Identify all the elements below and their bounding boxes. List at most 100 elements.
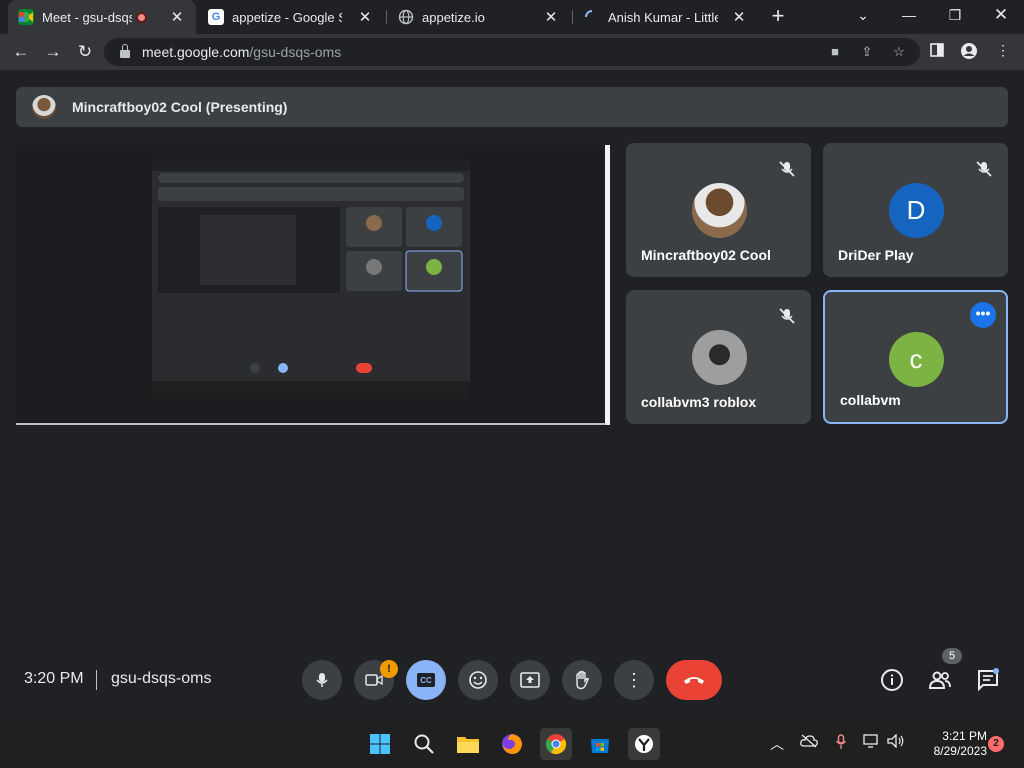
file-explorer-icon[interactable] [452, 728, 484, 760]
tab-appetize[interactable]: appetize.io ✕ [388, 0, 570, 34]
avatar [691, 183, 747, 238]
people-button[interactable] [928, 668, 952, 692]
raise-hand-button[interactable] [562, 660, 602, 700]
presenter-banner: Mincraftboy02 Cool (Presenting) [16, 87, 1008, 127]
notification-badge[interactable]: 2 [988, 736, 1004, 752]
end-call-icon [684, 677, 704, 684]
participant-tile[interactable]: D DriDer Play [823, 143, 1008, 277]
tab-search-chevron-icon[interactable]: ⌄ [840, 0, 886, 34]
tab-divider [386, 10, 387, 24]
more-options-button[interactable]: ⋮ [614, 660, 654, 700]
svg-text:CC: CC [420, 676, 432, 685]
info-icon [881, 669, 903, 691]
present-screen-icon [520, 672, 540, 688]
address-bar[interactable]: meet.google.com/gsu-dsqs-oms ■ ⇪ ☆ [104, 38, 920, 66]
microsoft-store-icon[interactable] [584, 728, 616, 760]
minimize-button[interactable]: — [886, 0, 932, 34]
emoji-icon [469, 671, 487, 689]
restore-button[interactable]: ❐ [932, 0, 978, 34]
chevron-up-icon[interactable]: ︿ [767, 734, 787, 754]
loading-icon [584, 9, 600, 25]
captions-icon: CC [417, 673, 435, 687]
participant-tile[interactable]: c ••• collabvm [823, 290, 1008, 424]
google-meet-icon [18, 9, 34, 25]
google-icon: G [208, 9, 224, 25]
people-icon [928, 671, 951, 689]
tab-meet[interactable]: Meet - gsu-dsqs-oms ✕ [8, 0, 196, 34]
system-clock[interactable]: 3:21 PM 8/29/2023 [915, 729, 987, 759]
firefox-icon[interactable] [496, 728, 528, 760]
bookmark-star-icon[interactable]: ☆ [890, 44, 908, 60]
side-panel-icon[interactable] [928, 42, 946, 62]
camera-in-use-icon[interactable]: ■ [826, 44, 844, 60]
captions-button[interactable]: CC [406, 660, 446, 700]
camera-warning-badge: ! [380, 660, 398, 678]
close-tab-icon[interactable]: ✕ [168, 8, 186, 26]
tab-title: appetize.io [422, 9, 485, 25]
tab-anish-kumar[interactable]: Anish Kumar - Little M... ✕ [574, 0, 758, 34]
avatar [32, 95, 56, 119]
mic-off-icon [976, 161, 992, 177]
participant-name: Mincraftboy02 Cool [641, 247, 771, 263]
hand-icon [576, 670, 590, 690]
present-button[interactable] [510, 660, 550, 700]
screen-share-view[interactable] [16, 145, 610, 425]
divider [96, 670, 97, 690]
participant-count-badge: 5 [942, 648, 962, 664]
avatar [691, 330, 747, 385]
avatar: c [888, 332, 944, 387]
close-tab-icon[interactable]: ✕ [730, 8, 748, 26]
meet-stage: Mincraftboy02 Cool (Presenting) Mincraft… [0, 70, 1024, 720]
reactions-button[interactable] [458, 660, 498, 700]
browser-toolbar: ← → ↻ meet.google.com/gsu-dsqs-oms ■ ⇪ ☆… [0, 34, 1024, 70]
tab-title: Meet - gsu-dsqs-oms [42, 9, 132, 25]
close-tab-icon[interactable]: ✕ [542, 8, 560, 26]
microphone-icon [316, 673, 328, 687]
search-icon[interactable] [408, 728, 440, 760]
url-text: meet.google.com/gsu-dsqs-oms [142, 44, 342, 60]
camera-icon [365, 674, 383, 686]
globe-icon [398, 9, 414, 25]
participant-name: collabvm3 roblox [641, 394, 757, 410]
share-border [16, 423, 606, 425]
chat-icon [978, 668, 999, 692]
windows-taskbar: ︿ 3:21 PM 8/29/2023 2 [0, 720, 1024, 768]
windows-start-icon[interactable] [364, 728, 396, 760]
back-button[interactable]: ← [8, 39, 34, 65]
volume-icon[interactable] [886, 733, 906, 751]
clock-time: 3:21 PM [942, 729, 987, 743]
participant-tile[interactable]: collabvm3 roblox [626, 290, 811, 424]
meeting-code: gsu-dsqs-oms [111, 670, 212, 687]
close-tab-icon[interactable]: ✕ [356, 8, 374, 26]
collabvm-app-icon[interactable] [628, 728, 660, 760]
forward-button[interactable]: → [40, 39, 66, 65]
chrome-icon[interactable] [540, 728, 572, 760]
clock-date: 8/29/2023 [933, 744, 987, 758]
participant-name: DriDer Play [838, 247, 914, 263]
close-window-button[interactable]: ✕ [978, 0, 1024, 34]
more-vert-icon: ⋮ [625, 669, 643, 690]
more-options-icon[interactable]: ••• [970, 302, 996, 328]
browser-menu-icon[interactable]: ⋮ [994, 42, 1012, 62]
profile-icon[interactable] [960, 42, 978, 62]
share-icon[interactable]: ⇪ [858, 44, 876, 60]
microphone-button[interactable] [302, 660, 342, 700]
meeting-time: 3:20 PM [24, 670, 84, 687]
scrollbar[interactable] [605, 145, 610, 425]
microphone-in-use-icon[interactable] [831, 734, 851, 753]
reload-button[interactable]: ↻ [72, 39, 98, 65]
tab-title: appetize - Google Search [232, 9, 342, 25]
chat-button[interactable] [976, 668, 1000, 692]
participant-tile[interactable]: Mincraftboy02 Cool [626, 143, 811, 277]
presenter-label: Mincraftboy02 Cool (Presenting) [72, 99, 288, 115]
avatar: D [888, 183, 944, 238]
leave-call-button[interactable] [666, 660, 722, 700]
cloud-off-icon[interactable] [799, 734, 819, 751]
new-tab-button[interactable]: + [766, 4, 790, 28]
mic-off-icon [779, 161, 795, 177]
browser-tab-strip: Meet - gsu-dsqs-oms ✕ G appetize - Googl… [0, 0, 1024, 34]
meeting-details-button[interactable] [880, 668, 904, 692]
mic-off-icon [779, 308, 795, 324]
network-icon[interactable] [862, 734, 882, 751]
tab-google-search[interactable]: G appetize - Google Search ✕ [198, 0, 384, 34]
